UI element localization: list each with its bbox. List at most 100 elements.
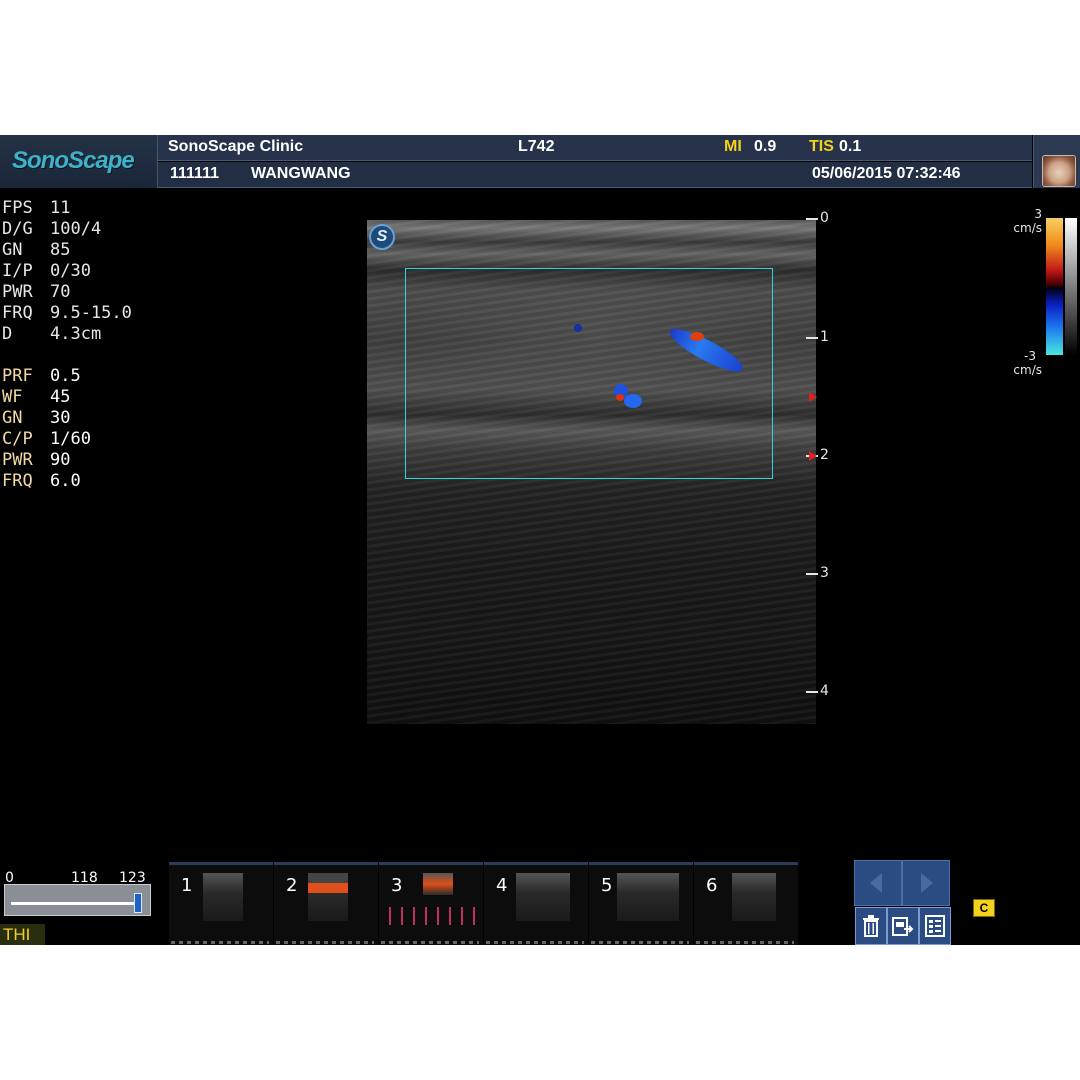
thumbnail-info — [276, 941, 374, 944]
param-key: FPS — [2, 198, 33, 218]
param-key: PWR — [2, 282, 33, 302]
bmode-row-gn: GN 85 — [2, 240, 132, 261]
param-value: 9.5-15.0 — [50, 303, 132, 323]
bmode-row-d: D 4.3cm — [2, 324, 132, 345]
param-key: C/P — [2, 429, 33, 449]
thumbnail-image — [732, 873, 776, 921]
logo-panel: SonoScape — [0, 135, 158, 188]
tis-value: 0.1 — [839, 138, 862, 155]
thumbnail-5[interactable]: 5 — [589, 862, 693, 945]
param-key: GN — [2, 240, 23, 260]
thumbnail-image — [617, 873, 679, 921]
thumbnail-info — [591, 941, 689, 944]
depth-label-2: 2 — [820, 447, 829, 463]
flow-spot-small — [574, 324, 582, 332]
color-params: PRF 0.5 WF 45 GN 30 C/P 1/60 PWR 90 FRQ 6.0 — [2, 366, 91, 492]
clinic-name: SonoScape Clinic — [168, 138, 304, 155]
color-row-wf: WF 45 — [2, 387, 91, 408]
color-scale-unit-top: cm/s — [1013, 221, 1042, 235]
depth-label-3: 3 — [820, 565, 829, 581]
param-value: 85 — [50, 240, 71, 260]
color-row-frq: FRQ 6.0 — [2, 471, 91, 492]
thumbnail-image — [423, 873, 453, 895]
color-scale-top: 3 — [1034, 207, 1042, 221]
slider-knob[interactable] — [134, 893, 142, 913]
checklist-button[interactable] — [919, 907, 951, 945]
param-value: 1/60 — [50, 429, 91, 449]
param-value: 100/4 — [50, 219, 102, 239]
header-row-1: SonoScape Clinic L742 MI 0.9 TIS 0.1 — [158, 135, 1032, 161]
color-row-gn: GN 30 — [2, 408, 91, 429]
param-key: PWR — [2, 450, 33, 470]
sonoscape-logo: SonoScape — [12, 147, 135, 174]
thumbnail-3[interactable]: 3 — [379, 862, 483, 945]
thumbnail-1[interactable]: 1 — [169, 862, 273, 945]
bmode-row-ip: I/P 0/30 — [2, 261, 132, 282]
trash-icon — [863, 915, 879, 937]
color-row-cp: C/P 1/60 — [2, 429, 91, 450]
thumbnail-info — [381, 941, 479, 944]
bmode-params: FPS 11 D/G 100/4 GN 85 I/P 0/30 PWR 70 FRQ 9.5-15.0… — [2, 198, 132, 345]
focus-marker-2[interactable] — [809, 451, 817, 461]
thumbnail-2[interactable]: 2 — [274, 862, 378, 945]
thumbnail-number: 4 — [496, 875, 508, 896]
param-value: 70 — [50, 282, 71, 302]
flow-spot-cluster-red — [616, 394, 624, 401]
exam-datetime: 05/06/2015 07:32:46 — [812, 165, 961, 182]
mi-value: 0.9 — [754, 138, 777, 155]
s-badge-icon: S — [369, 224, 395, 250]
slider-track[interactable] — [11, 902, 139, 905]
depth-label-1: 1 — [820, 329, 829, 345]
tis-label: TIS — [809, 138, 834, 155]
param-value: 45 — [50, 387, 71, 407]
focus-marker[interactable] — [809, 392, 817, 402]
thumbnail-number: 2 — [286, 875, 298, 896]
depth-tick-4 — [806, 691, 818, 693]
c-status-icon: C — [973, 899, 995, 917]
patient-id: 111111 — [170, 165, 219, 182]
flow-vessel-red — [690, 332, 704, 341]
color-roi-box[interactable] — [405, 268, 773, 479]
color-scale-unit-bottom: cm/s — [1013, 363, 1042, 377]
bmode-row-dg: D/G 100/4 — [2, 219, 132, 240]
thumbnail-6[interactable]: 6 — [694, 862, 798, 945]
thumbnail-image — [203, 873, 243, 921]
header-row-2: 111111 WANGWANG 05/06/2015 07:32:46 — [158, 162, 1032, 188]
param-key: FRQ — [2, 471, 33, 491]
param-value: 11 — [50, 198, 71, 218]
param-value: 0.5 — [50, 366, 81, 386]
user-panel[interactable] — [1033, 135, 1080, 188]
depth-tick-3 — [806, 573, 818, 575]
bmode-row-frq: FRQ 9.5-15.0 — [2, 303, 132, 324]
thumbnail-4[interactable]: 4 — [484, 862, 588, 945]
color-row-pwr: PWR 90 — [2, 450, 91, 471]
cine-slider[interactable] — [4, 884, 151, 916]
flow-spot-cluster-2 — [624, 394, 642, 408]
avatar[interactable] — [1042, 155, 1076, 187]
param-value: 6.0 — [50, 471, 81, 491]
color-scale-bottom: -3 — [1024, 349, 1036, 363]
thumbnail-info — [171, 941, 269, 944]
checklist-icon — [925, 915, 945, 937]
delete-button[interactable] — [855, 907, 887, 945]
arrow-right-icon — [921, 873, 933, 893]
bmode-row-pwr: PWR 70 — [2, 282, 132, 303]
thumbnail-info — [696, 941, 794, 944]
thumbnail-image — [516, 873, 570, 921]
depth-tick-1 — [806, 337, 818, 339]
prev-page-button[interactable] — [854, 860, 902, 906]
probe-name: L742 — [518, 138, 555, 155]
next-page-button[interactable] — [902, 860, 950, 906]
param-key: GN — [2, 408, 23, 428]
export-icon — [892, 917, 914, 936]
param-key: FRQ — [2, 303, 33, 323]
thumbnail-number: 6 — [706, 875, 718, 896]
thi-indicator: THI — [0, 924, 45, 945]
thumbnail-doppler-trace — [389, 907, 475, 925]
depth-label-4: 4 — [820, 683, 829, 699]
mi-label: MI — [724, 138, 742, 155]
export-button[interactable] — [887, 907, 919, 945]
thumbnail-number: 1 — [181, 875, 193, 896]
thumbnail-number: 3 — [391, 875, 403, 896]
depth-tick-0 — [806, 218, 818, 220]
